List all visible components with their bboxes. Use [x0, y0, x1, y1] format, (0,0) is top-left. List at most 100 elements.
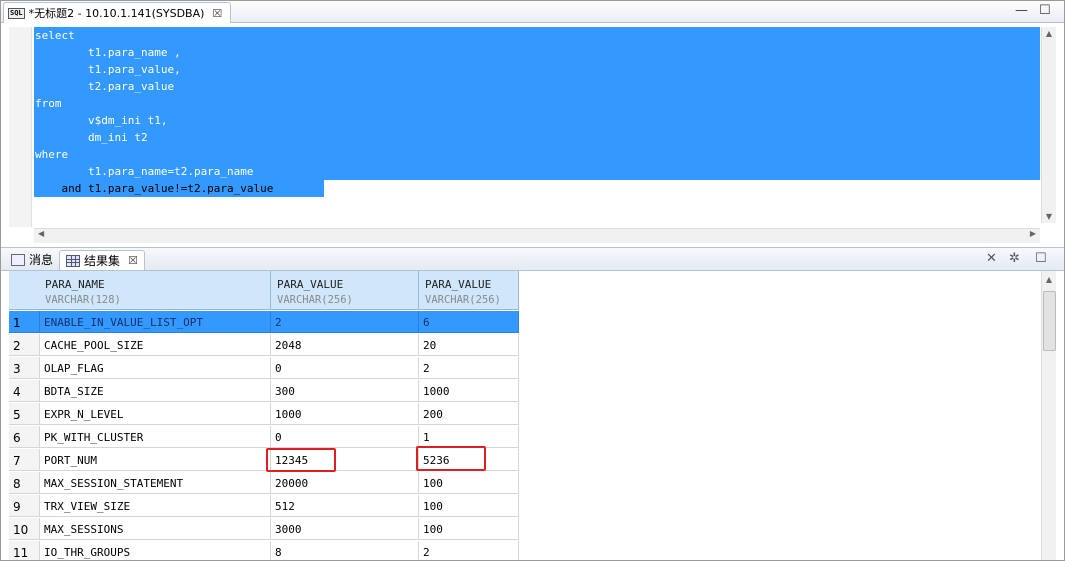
cell-para-value-2[interactable]: 100	[419, 518, 519, 540]
table-row[interactable]: 9 TRX_VIEW_SIZE 512 100	[9, 495, 519, 517]
close-icon[interactable]: ☒	[212, 7, 222, 20]
close-others-icon[interactable]: ✲	[1009, 251, 1020, 266]
table-row[interactable]: 4 BDTA_SIZE 300 1000	[9, 380, 519, 402]
grid-vertical-scrollbar[interactable]: ▲	[1041, 271, 1056, 560]
editor-vertical-scrollbar[interactable]: ▲ ▼	[1041, 27, 1056, 223]
cell-para-value-1[interactable]: 8	[271, 541, 419, 560]
cell-para-value-2[interactable]: 20	[419, 334, 519, 356]
result-grid[interactable]: PARA_NAME VARCHAR(128) PARA_VALUE VARCHA…	[9, 271, 1041, 560]
line-gutter	[9, 27, 32, 227]
code-line: and t1.para_value!=t2.para_value	[35, 182, 274, 195]
cell-para-value-1[interactable]: 2	[271, 311, 419, 333]
cell-para-value-2[interactable]: 100	[419, 495, 519, 517]
close-all-icon[interactable]: ✕	[986, 251, 997, 266]
cell-para-name[interactable]: ENABLE_IN_VALUE_LIST_OPT	[40, 311, 271, 333]
highlight-box-port-value-1	[266, 448, 336, 472]
row-number: 2	[9, 334, 40, 356]
row-number: 11	[9, 541, 40, 560]
table-row[interactable]: 1 ENABLE_IN_VALUE_LIST_OPT 2 6	[9, 311, 519, 333]
minimize-icon[interactable]: —	[1015, 3, 1028, 18]
cell-para-name[interactable]: OLAP_FLAG	[40, 357, 271, 379]
column-name: PARA_VALUE	[277, 278, 344, 291]
scroll-up-icon[interactable]: ▲	[1042, 29, 1056, 38]
editor-tab[interactable]: SQL *无标题2 - 10.10.1.141(SYSDBA) ☒	[3, 2, 232, 23]
cell-para-name[interactable]: BDTA_SIZE	[40, 380, 271, 402]
code-line: t2.para_value	[35, 80, 175, 93]
row-number: 5	[9, 403, 40, 425]
cell-para-value-1[interactable]: 512	[271, 495, 419, 517]
table-row[interactable]: 6 PK_WITH_CLUSTER 0 1	[9, 426, 519, 448]
cell-para-value-1[interactable]: 3000	[271, 518, 419, 540]
tab-messages[interactable]: 消息	[5, 250, 59, 269]
row-number: 8	[9, 472, 40, 494]
table-icon	[66, 254, 80, 267]
column-header[interactable]: PARA_VALUE VARCHAR(256)	[419, 271, 519, 310]
maximize-icon[interactable]: ☐	[1039, 3, 1051, 18]
column-header[interactable]: PARA_NAME VARCHAR(128)	[39, 271, 271, 310]
close-icon[interactable]: ☒	[128, 254, 138, 267]
cell-para-value-2[interactable]: 1	[419, 426, 519, 448]
result-tab-bar: 消息 结果集 ☒ ✕ ✲ ☐	[1, 247, 1064, 271]
row-number: 7	[9, 449, 40, 471]
cell-para-name[interactable]: MAX_SESSIONS	[40, 518, 271, 540]
column-type: VARCHAR(256)	[277, 294, 353, 306]
message-icon	[11, 253, 25, 266]
column-type: VARCHAR(256)	[425, 294, 501, 306]
cell-para-name[interactable]: TRX_VIEW_SIZE	[40, 495, 271, 517]
cell-para-value-1[interactable]: 0	[271, 357, 419, 379]
cell-para-value-2[interactable]: 200	[419, 403, 519, 425]
cell-para-value-1[interactable]: 20000	[271, 472, 419, 494]
row-number: 6	[9, 426, 40, 448]
code-line: dm_ini t2	[35, 131, 148, 144]
code-line: t1.para_value,	[35, 63, 181, 76]
cell-para-name[interactable]: EXPR_N_LEVEL	[40, 403, 271, 425]
column-name: PARA_NAME	[45, 278, 105, 291]
tab-messages-label: 消息	[29, 253, 54, 267]
row-number: 10	[9, 518, 40, 540]
cell-para-value-2[interactable]: 6	[419, 311, 519, 333]
row-number: 3	[9, 357, 40, 379]
grid-corner[interactable]	[9, 271, 40, 310]
tab-result-set-label: 结果集	[84, 254, 121, 268]
cell-para-name[interactable]: CACHE_POOL_SIZE	[40, 334, 271, 356]
editor-horizontal-scrollbar[interactable]: ◀ ▶	[34, 228, 1040, 243]
table-row[interactable]: 8 MAX_SESSION_STATEMENT 20000 100	[9, 472, 519, 494]
scroll-right-icon[interactable]: ▶	[1030, 229, 1036, 238]
scroll-up-icon[interactable]: ▲	[1042, 275, 1056, 284]
cell-para-name[interactable]: PK_WITH_CLUSTER	[40, 426, 271, 448]
maximize-panel-icon[interactable]: ☐	[1035, 251, 1047, 266]
cell-para-value-1[interactable]: 0	[271, 426, 419, 448]
table-row[interactable]: 3 OLAP_FLAG 0 2	[9, 357, 519, 379]
table-row[interactable]: 10 MAX_SESSIONS 3000 100	[9, 518, 519, 540]
table-row[interactable]: 11 IO_THR_GROUPS 8 2	[9, 541, 519, 560]
column-header[interactable]: PARA_VALUE VARCHAR(256)	[271, 271, 419, 310]
code-line: select	[35, 29, 75, 42]
cell-para-value-2[interactable]: 1000	[419, 380, 519, 402]
sql-code[interactable]: select t1.para_name , t1.para_value, t2.…	[35, 27, 273, 197]
tab-result-set[interactable]: 结果集 ☒	[59, 250, 145, 270]
sql-editor[interactable]: select t1.para_name , t1.para_value, t2.…	[1, 23, 1064, 244]
cell-para-name[interactable]: MAX_SESSION_STATEMENT	[40, 472, 271, 494]
cell-para-value-1[interactable]: 300	[271, 380, 419, 402]
highlight-box-port-value-2	[416, 446, 486, 471]
table-row[interactable]: 2 CACHE_POOL_SIZE 2048 20	[9, 334, 519, 356]
cell-para-value-2[interactable]: 100	[419, 472, 519, 494]
cell-para-value-1[interactable]: 1000	[271, 403, 419, 425]
column-name: PARA_VALUE	[425, 278, 492, 291]
scroll-left-icon[interactable]: ◀	[38, 229, 44, 238]
cell-para-value-2[interactable]: 2	[419, 541, 519, 560]
editor-tab-bar: SQL *无标题2 - 10.10.1.141(SYSDBA) ☒ — ☐	[1, 1, 1064, 23]
row-number: 4	[9, 380, 40, 402]
cell-para-name[interactable]: IO_THR_GROUPS	[40, 541, 271, 560]
window-frame: SQL *无标题2 - 10.10.1.141(SYSDBA) ☒ — ☐ se…	[0, 0, 1065, 561]
column-type: VARCHAR(128)	[45, 294, 121, 306]
code-line: v$dm_ini t1,	[35, 114, 168, 127]
table-row[interactable]: 5 EXPR_N_LEVEL 1000 200	[9, 403, 519, 425]
cell-para-name[interactable]: PORT_NUM	[40, 449, 271, 471]
code-line: t1.para_name ,	[35, 46, 181, 59]
scrollbar-thumb[interactable]	[1043, 291, 1056, 351]
editor-tab-title: *无标题2 - 10.10.1.141(SYSDBA)	[28, 7, 205, 20]
cell-para-value-2[interactable]: 2	[419, 357, 519, 379]
scroll-down-icon[interactable]: ▼	[1042, 212, 1056, 221]
cell-para-value-1[interactable]: 2048	[271, 334, 419, 356]
